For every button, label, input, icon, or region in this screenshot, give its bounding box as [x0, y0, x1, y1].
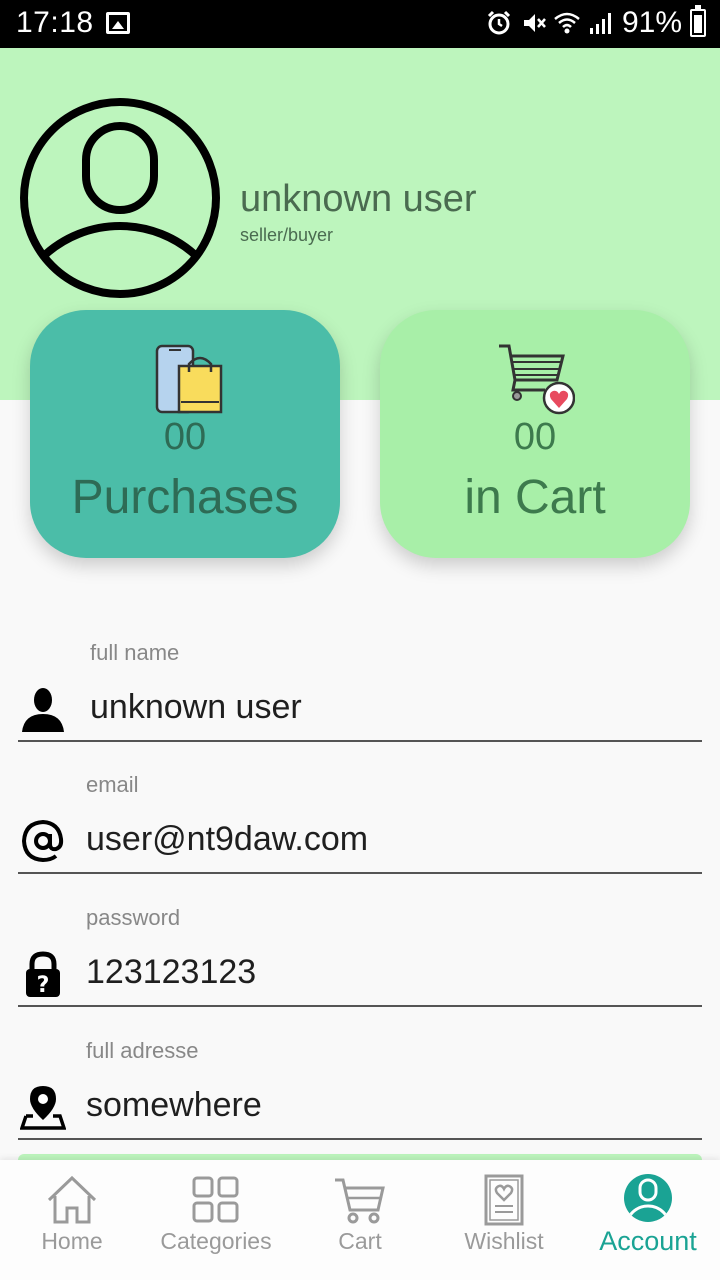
battery-percent: 91% — [621, 6, 682, 39]
nav-account[interactable]: Account — [576, 1160, 720, 1280]
home-icon — [47, 1175, 97, 1224]
nav-cart[interactable]: Cart — [288, 1160, 432, 1280]
account-icon — [624, 1174, 672, 1222]
at-icon — [21, 819, 64, 863]
address-field[interactable]: full adresse somewhere — [18, 1038, 702, 1158]
address-value[interactable]: somewhere — [86, 1086, 262, 1125]
gallery-icon — [106, 12, 130, 34]
user-role: seller/buyer — [240, 225, 334, 245]
password-underline — [18, 1005, 702, 1007]
email-underline — [18, 872, 702, 874]
wifi-icon — [554, 12, 580, 34]
purchases-label: Purchases — [71, 471, 299, 524]
grid-icon — [192, 1176, 239, 1223]
nav-home-label: Home — [41, 1228, 103, 1254]
address-label: full adresse — [86, 1038, 199, 1063]
address-underline — [18, 1138, 702, 1140]
in-cart-card[interactable]: 00 in Cart — [380, 310, 690, 558]
full-name-value[interactable]: unknown user — [90, 688, 302, 727]
in-cart-count: 00 — [513, 416, 557, 458]
status-icons: 91% — [486, 5, 706, 40]
location-pin-icon — [20, 1086, 66, 1130]
email-field[interactable]: email user@nt9daw.com — [18, 772, 702, 892]
nav-wishlist-label: Wishlist — [464, 1228, 544, 1254]
password-label: password — [86, 905, 181, 930]
battery-icon — [690, 5, 706, 37]
person-icon — [22, 688, 64, 732]
nav-categories[interactable]: Categories — [144, 1160, 288, 1280]
mute-icon — [523, 14, 546, 32]
password-field[interactable]: password ? 123123123 — [18, 905, 702, 1025]
phone-shopping-bag-icon — [155, 344, 223, 414]
cart-icon — [335, 1178, 385, 1224]
full-name-underline — [18, 740, 702, 742]
nav-account-label: Account — [599, 1226, 697, 1256]
password-value[interactable]: 123123123 — [86, 953, 256, 992]
status-time: 17:18 — [16, 6, 94, 39]
nav-home[interactable]: Home — [0, 1160, 144, 1280]
full-name-field[interactable]: full name unknown user — [18, 640, 702, 760]
purchases-count: 00 — [163, 416, 207, 458]
purchases-card[interactable]: 00 Purchases — [30, 310, 340, 558]
alarm-icon — [487, 10, 511, 35]
user-circle-icon[interactable] — [20, 98, 220, 298]
cart-heart-icon — [499, 344, 575, 415]
email-label: email — [86, 772, 139, 797]
nav-categories-label: Categories — [160, 1228, 272, 1254]
nav-wishlist[interactable]: Wishlist — [432, 1160, 576, 1280]
bottom-navigation: Home Categories Cart Wishlist Account — [0, 1160, 720, 1280]
status-bar: 17:18 91% — [0, 0, 720, 48]
wishlist-icon — [484, 1174, 524, 1226]
svg-text:?: ? — [37, 973, 50, 997]
in-cart-label: in Cart — [464, 471, 606, 524]
signal-icon — [589, 13, 611, 34]
lock-question-icon: ? — [26, 951, 60, 997]
nav-cart-label: Cart — [338, 1228, 382, 1254]
user-name: unknown user — [240, 178, 477, 220]
full-name-label: full name — [90, 640, 180, 665]
email-value[interactable]: user@nt9daw.com — [86, 820, 368, 859]
